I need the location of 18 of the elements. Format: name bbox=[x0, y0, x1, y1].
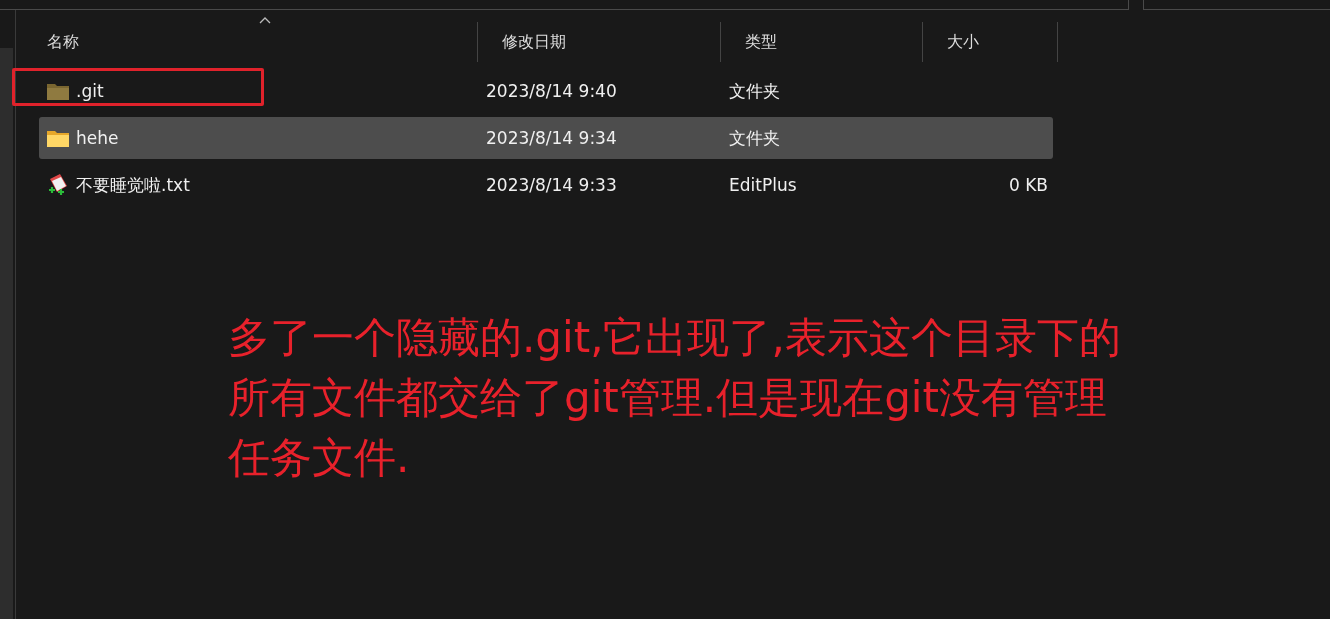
column-header[interactable]: 名称 bbox=[39, 22, 478, 62]
file-name: .git bbox=[76, 81, 104, 101]
annotation-text: 多了一个隐藏的.git,它出现了,表示这个目录下的 所有文件都交给了git管理.但是现在git没有管理 任务文件. bbox=[228, 312, 1121, 484]
modified-date: 2023/8/14 9:33 bbox=[486, 175, 617, 195]
file-type: 文件夹 bbox=[729, 127, 780, 148]
file-row[interactable]: 不要睡觉啦.txt 2023/8/14 9:33 EditPlus 0 KB bbox=[39, 164, 1053, 206]
column-header[interactable]: 类型 bbox=[721, 22, 923, 62]
modified-date: 2023/8/14 9:34 bbox=[486, 128, 617, 148]
file-name: hehe bbox=[76, 128, 119, 148]
column-header[interactable]: 大小 bbox=[923, 22, 1058, 62]
column-header[interactable]: 修改日期 bbox=[478, 22, 721, 62]
file-size: 0 KB bbox=[1008, 175, 1048, 195]
file-type: EditPlus bbox=[729, 175, 797, 195]
file-type: 文件夹 bbox=[729, 80, 780, 101]
file-name: 不要睡觉啦.txt bbox=[76, 173, 190, 197]
modified-date: 2023/8/14 9:40 bbox=[486, 81, 617, 101]
file-row[interactable]: .git 2023/8/14 9:40 文件夹 bbox=[39, 70, 1053, 112]
file-row[interactable]: hehe 2023/8/14 9:34 文件夹 bbox=[39, 117, 1053, 159]
